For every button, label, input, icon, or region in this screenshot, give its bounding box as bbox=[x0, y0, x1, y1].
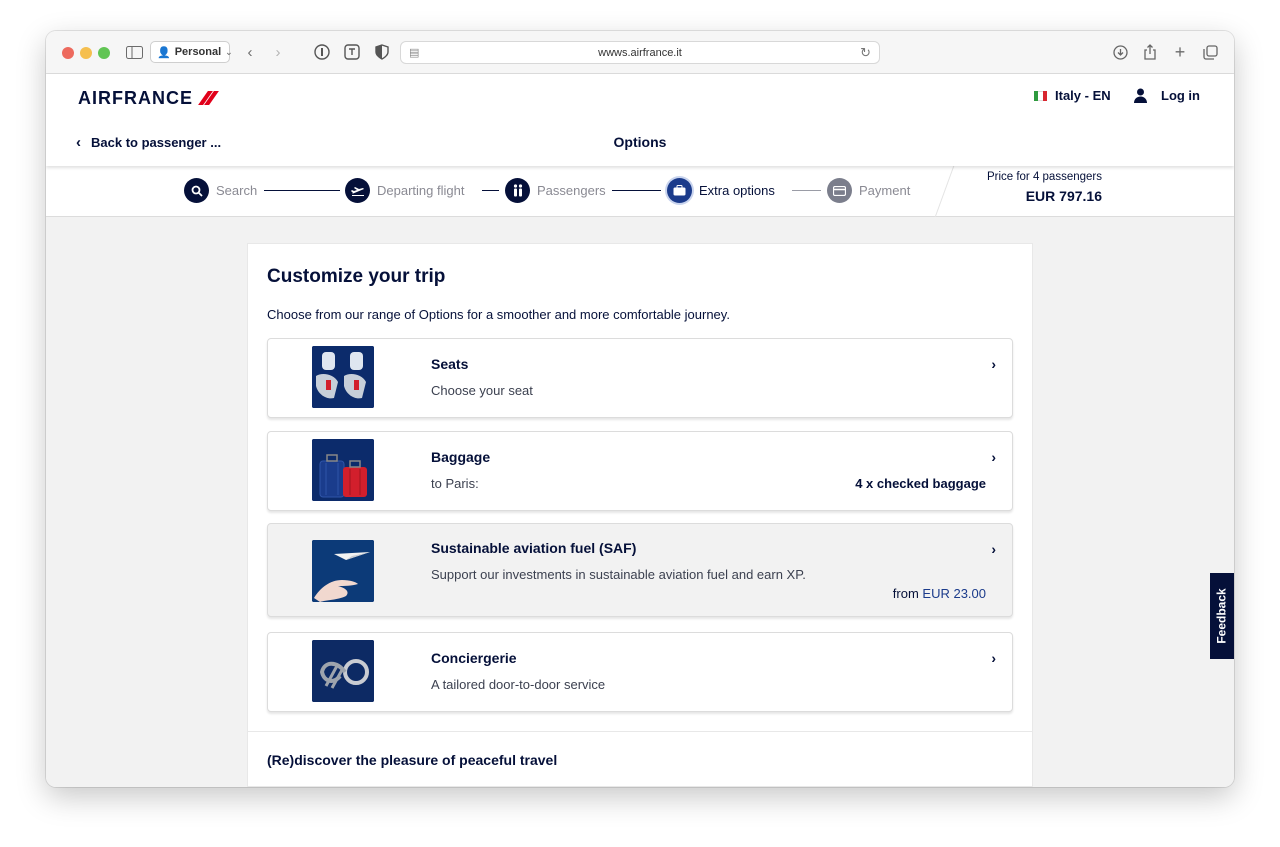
url-text: wwws.airfrance.it bbox=[598, 46, 682, 59]
secondary-section-title: (Re)discover the pleasure of peaceful tr… bbox=[267, 752, 558, 768]
plane-icon bbox=[345, 178, 370, 203]
profile-switcher[interactable]: 👤 Personal ⌄ bbox=[150, 41, 233, 63]
reload-icon[interactable]: ↻ bbox=[860, 45, 871, 61]
chevron-right-icon: › bbox=[991, 356, 996, 372]
option-card-seats[interactable]: Seats Choose your seat › bbox=[267, 338, 1013, 418]
close-window-button[interactable] bbox=[62, 47, 74, 59]
login-button[interactable]: Log in bbox=[1134, 88, 1200, 103]
browser-window: 👤 Personal ⌄ ‹ › ▤ wwws.airfrance.it ↻ + bbox=[46, 31, 1234, 787]
back-arrow-icon[interactable]: ‹ bbox=[240, 42, 260, 62]
browser-toolbar: 👤 Personal ⌄ ‹ › ▤ wwws.airfrance.it ↻ + bbox=[46, 31, 1234, 74]
price-prefix: from bbox=[892, 586, 919, 601]
conciergerie-image bbox=[312, 640, 374, 702]
minimize-window-button[interactable] bbox=[80, 47, 92, 59]
step-passengers[interactable]: Passengers bbox=[505, 178, 606, 203]
section-title: Customize your trip bbox=[267, 266, 446, 287]
search-icon bbox=[184, 178, 209, 203]
option-title: Seats bbox=[431, 356, 469, 372]
option-title: Baggage bbox=[431, 449, 491, 465]
step-label: Search bbox=[216, 183, 258, 198]
chevron-right-icon: › bbox=[991, 449, 996, 465]
step-connector bbox=[264, 190, 340, 191]
logo-stripes-icon bbox=[197, 91, 219, 105]
step-search[interactable]: Search bbox=[184, 178, 257, 203]
logo-text: AIRFRANCE bbox=[78, 87, 193, 108]
step-connector bbox=[612, 190, 661, 191]
step-payment[interactable]: Payment bbox=[827, 178, 910, 203]
share-icon[interactable] bbox=[1140, 42, 1160, 62]
forward-arrow-icon[interactable]: › bbox=[268, 42, 288, 62]
step-label: Extra options bbox=[699, 183, 775, 198]
chevron-right-icon: › bbox=[991, 541, 996, 557]
page-settings-icon[interactable]: ▤ bbox=[409, 46, 419, 59]
step-departing-flight[interactable]: Departing flight bbox=[345, 178, 464, 203]
new-tab-icon[interactable]: + bbox=[1170, 42, 1190, 62]
feedback-label: Feedback bbox=[1215, 588, 1230, 644]
step-connector bbox=[792, 190, 821, 191]
option-title: Sustainable aviation fuel (SAF) bbox=[431, 540, 637, 556]
total-price: EUR 797.16 bbox=[1025, 188, 1102, 204]
suitcase-icon bbox=[667, 178, 692, 203]
main-content: Customize your trip Choose from our rang… bbox=[46, 217, 1234, 787]
user-icon bbox=[1134, 88, 1147, 103]
feedback-tab[interactable]: Feedback bbox=[1210, 573, 1234, 659]
passengers-icon bbox=[505, 178, 530, 203]
option-subtitle: Choose your seat bbox=[431, 383, 533, 398]
language-label: Italy - EN bbox=[1055, 88, 1111, 103]
section-intro: Choose from our range of Options for a s… bbox=[267, 307, 730, 322]
step-label: Passengers bbox=[537, 183, 606, 198]
option-title: Conciergerie bbox=[431, 650, 517, 666]
site-header: AIRFRANCE Italy - EN Log in ‹ Back to pa… bbox=[46, 74, 1234, 166]
translate-extension-icon[interactable] bbox=[342, 42, 362, 62]
zoom-window-button[interactable] bbox=[98, 47, 110, 59]
option-subtitle: to Paris: bbox=[431, 476, 479, 491]
language-selector[interactable]: Italy - EN bbox=[1034, 88, 1111, 103]
italy-flag-icon bbox=[1034, 90, 1047, 101]
sidebar-toggle-icon[interactable] bbox=[124, 42, 144, 62]
step-label: Payment bbox=[859, 183, 911, 198]
page-title: Options bbox=[613, 134, 667, 150]
person-icon: 👤 bbox=[157, 46, 171, 59]
chevron-right-icon: › bbox=[991, 650, 996, 666]
card-icon bbox=[827, 178, 852, 203]
price-label: Price for 4 passengers bbox=[986, 171, 1102, 183]
section-divider bbox=[248, 731, 1032, 732]
option-card-conciergerie[interactable]: Conciergerie A tailored door-to-door ser… bbox=[267, 632, 1013, 712]
shield-icon[interactable] bbox=[372, 42, 392, 62]
option-card-saf[interactable]: Sustainable aviation fuel (SAF) Support … bbox=[267, 523, 1013, 617]
baggage-detail: 4 x checked baggage bbox=[855, 476, 986, 491]
step-connector bbox=[482, 190, 499, 191]
chevron-down-icon: ⌄ bbox=[225, 46, 233, 57]
address-bar[interactable]: ▤ wwws.airfrance.it ↻ bbox=[400, 41, 880, 64]
step-extra-options[interactable]: Extra options bbox=[667, 178, 775, 203]
airfrance-logo[interactable]: AIRFRANCE bbox=[78, 87, 219, 108]
booking-stepper: Search Departing flight Passengers Extra… bbox=[46, 166, 1234, 217]
baggage-image bbox=[312, 439, 374, 501]
saf-image bbox=[312, 540, 374, 602]
options-panel: Customize your trip Choose from our rang… bbox=[247, 243, 1033, 787]
password-extension-icon[interactable] bbox=[312, 42, 332, 62]
profile-label: Personal bbox=[174, 46, 222, 58]
seats-image bbox=[312, 346, 374, 408]
saf-price: from EUR 23.00 bbox=[893, 586, 986, 601]
tab-overview-icon[interactable] bbox=[1200, 42, 1220, 62]
option-card-baggage[interactable]: Baggage to Paris: 4 x checked baggage › bbox=[267, 431, 1013, 511]
option-subtitle: Support our investments in sustainable a… bbox=[431, 567, 806, 582]
step-label: Departing flight bbox=[377, 183, 465, 198]
login-label: Log in bbox=[1161, 88, 1200, 103]
downloads-icon[interactable] bbox=[1110, 42, 1130, 62]
price-amount: EUR 23.00 bbox=[922, 586, 986, 601]
option-subtitle: A tailored door-to-door service bbox=[431, 677, 606, 692]
